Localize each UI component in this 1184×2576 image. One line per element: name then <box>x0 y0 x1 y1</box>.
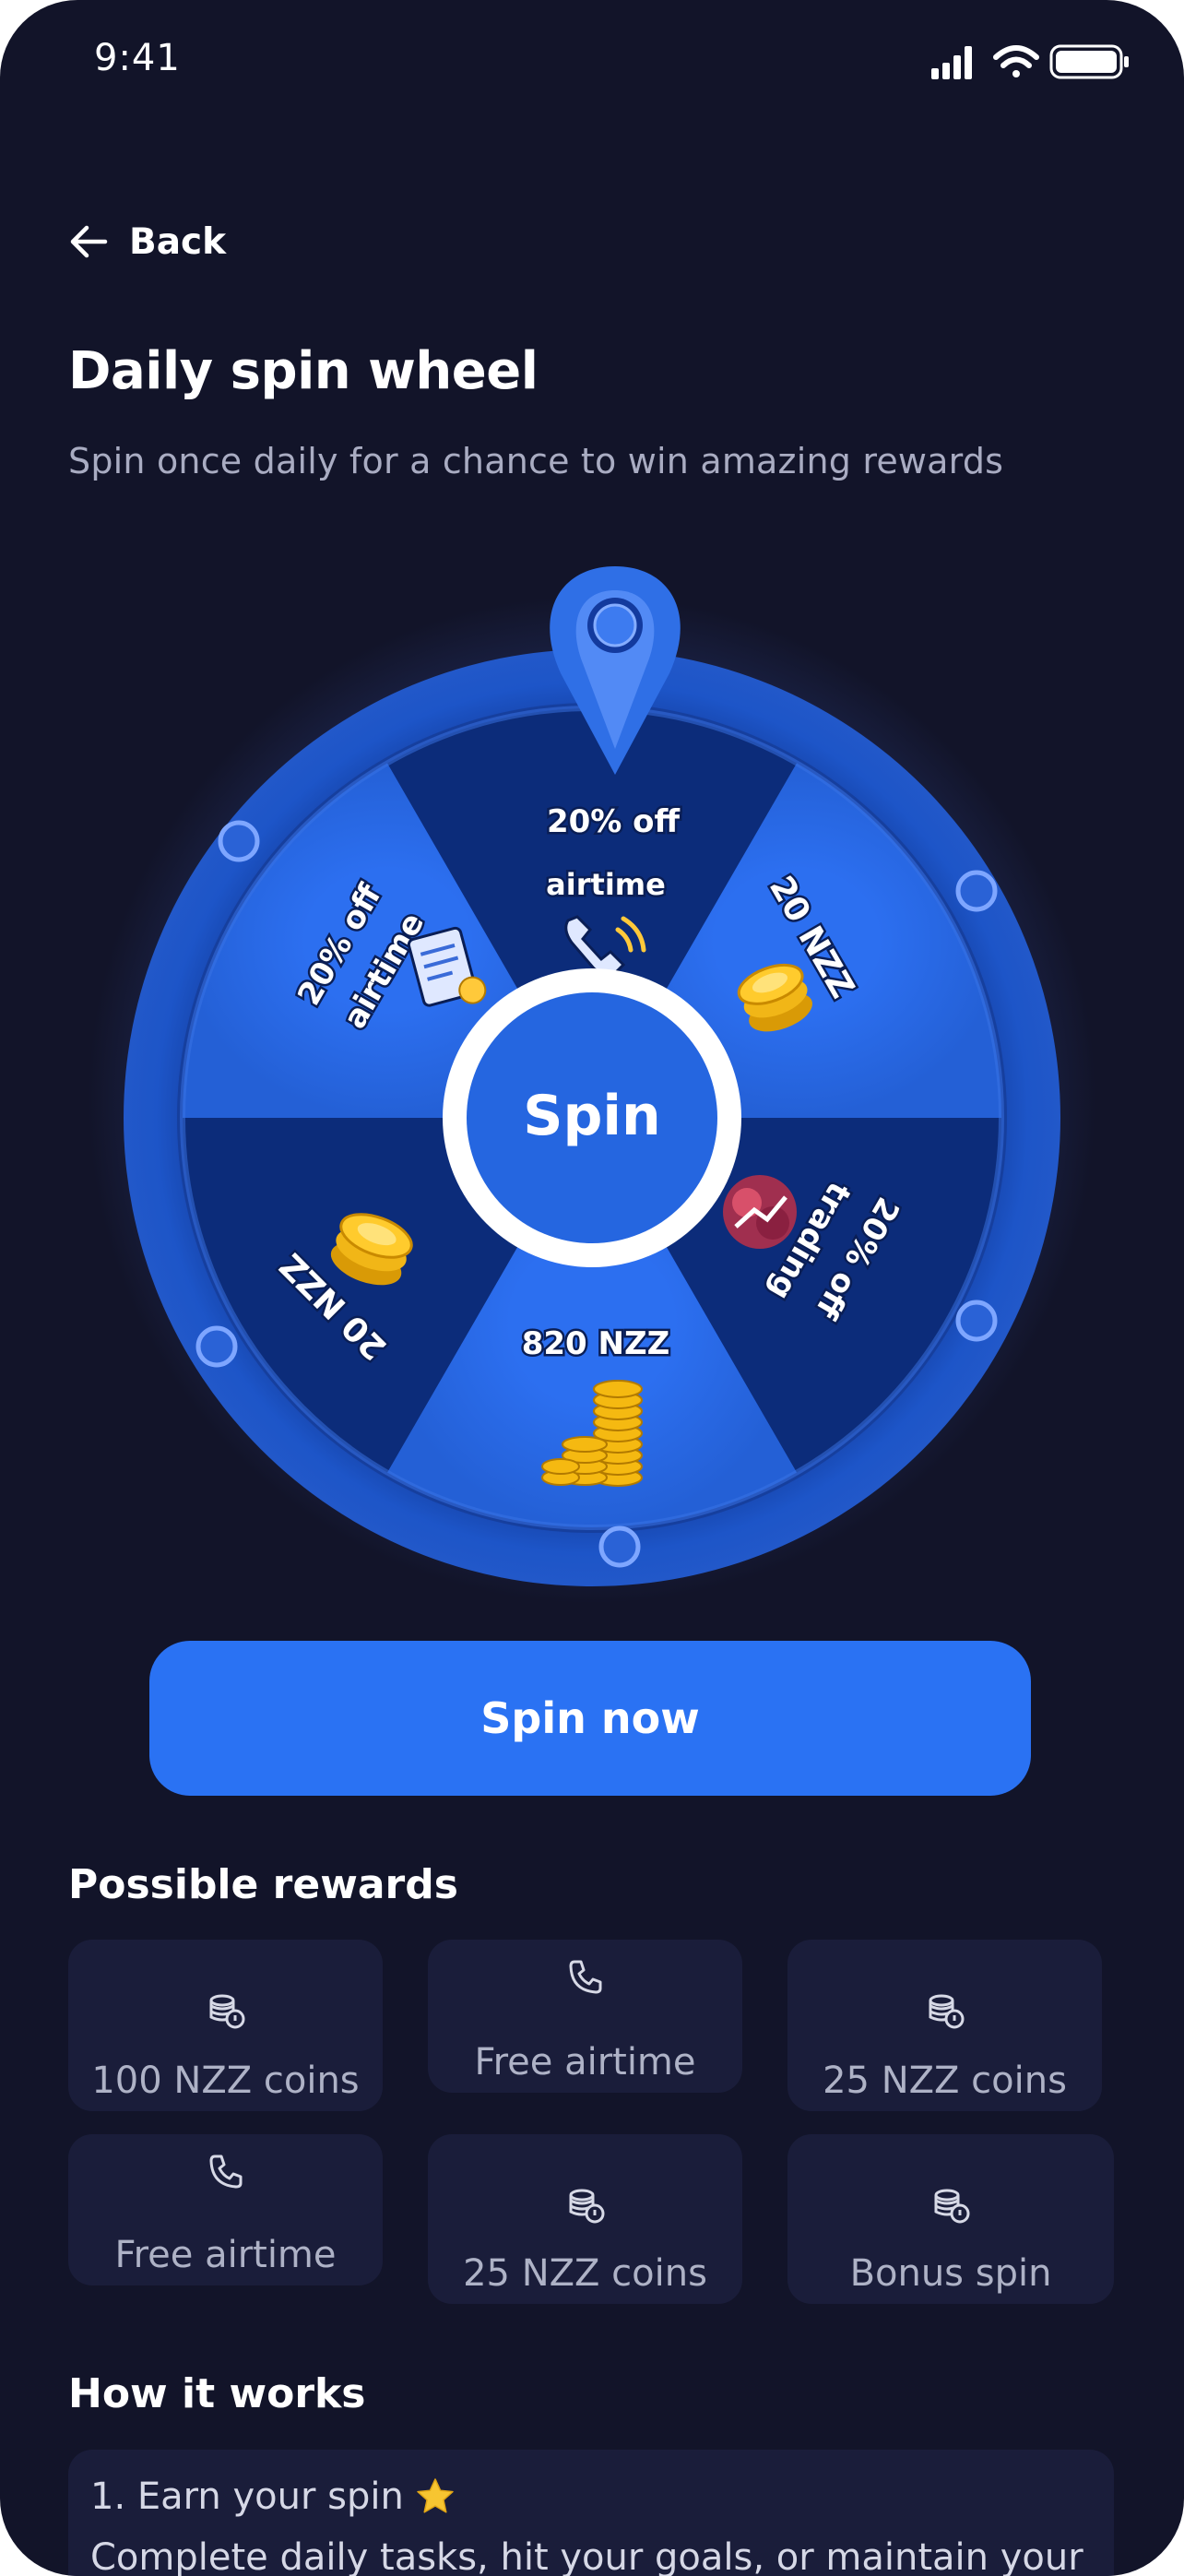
spin-hub-label: Spin <box>523 1084 660 1148</box>
spin-wheel[interactable]: 20% off airtime 20 NZZ 20% off trading 8… <box>120 553 1064 1596</box>
how-it-works-card: 1. Earn your spin Complete daily tasks, … <box>68 2450 1114 2576</box>
phone-icon <box>209 2155 242 2189</box>
how-step-1-title: 1. Earn your spin <box>90 2475 1092 2518</box>
how-step-1-label: 1. Earn your spin <box>90 2475 404 2518</box>
status-icons <box>931 44 1129 79</box>
segment-bottom-line1: 820 NZZ <box>522 1325 670 1362</box>
reward-card-25-nzz: 25 NZZ coins <box>428 2134 742 2304</box>
reward-label: 25 NZZ coins <box>823 2060 1067 2102</box>
rewards-title: Possible rewards <box>68 1861 458 1908</box>
star-icon <box>417 2478 454 2513</box>
segment-top-line2: airtime <box>546 867 666 902</box>
battery-icon <box>1049 44 1129 79</box>
trading-icon <box>723 1175 797 1249</box>
signal-icon <box>931 46 972 79</box>
page-title: Daily spin wheel <box>68 341 539 401</box>
coins-icon <box>569 2189 604 2224</box>
reward-card-25-nzz: 25 NZZ coins <box>787 1940 1102 2111</box>
how-it-works-title: How it works <box>68 2370 366 2417</box>
coins-icon <box>929 1994 964 2029</box>
reward-label: Free airtime <box>114 2234 337 2276</box>
coins-icon <box>209 1994 244 2029</box>
reward-label: Bonus spin <box>849 2252 1052 2295</box>
reward-card-free-airtime: Free airtime <box>428 1940 742 2093</box>
arrow-left-icon <box>70 225 108 258</box>
coins-icon <box>934 2189 970 2224</box>
reward-label: Free airtime <box>474 2041 696 2083</box>
status-time: 9:41 <box>94 37 181 79</box>
reward-card-100-nzz: 100 NZZ coins <box>68 1940 383 2111</box>
page-subtitle: Spin once daily for a chance to win amaz… <box>68 441 1004 481</box>
reward-card-bonus-spin: Bonus spin <box>787 2134 1114 2304</box>
spin-now-button[interactable]: Spin now <box>149 1641 1031 1796</box>
reward-label: 25 NZZ coins <box>463 2252 707 2295</box>
back-label: Back <box>129 220 227 263</box>
reward-label: 100 NZZ coins <box>91 2060 360 2102</box>
phone-screen: 9:41 Back Daily spin wheel Spin once dai… <box>0 0 1184 2576</box>
wifi-icon <box>993 45 1039 77</box>
segment-top-line1: 20% off <box>547 803 681 840</box>
phone-icon <box>569 1960 601 1994</box>
reward-card-free-airtime: Free airtime <box>68 2134 383 2285</box>
spin-hub[interactable]: Spin <box>443 968 741 1267</box>
back-button[interactable]: Back <box>68 214 226 269</box>
how-step-1-body: Complete daily tasks, hit your goals, or… <box>90 2536 1083 2576</box>
